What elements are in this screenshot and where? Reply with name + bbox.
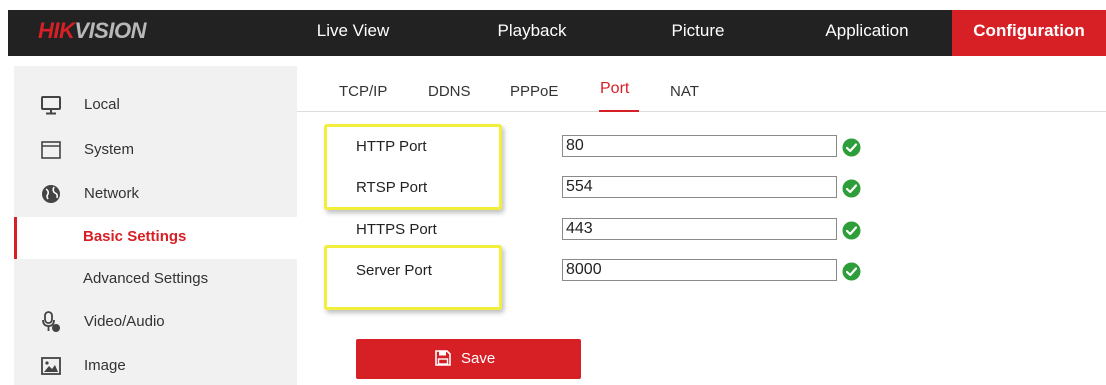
sidebar-item-local[interactable]: Local	[14, 85, 297, 125]
tab-pppoe[interactable]: PPPoE	[510, 83, 558, 100]
sidebar-item-image[interactable]: Image	[14, 346, 297, 385]
hikvision-logo: HIKVISION	[38, 18, 146, 44]
sidebar-item-network[interactable]: Network	[14, 174, 297, 214]
nav-application[interactable]: Application	[808, 10, 926, 56]
sidebar-item-label: System	[84, 141, 135, 158]
save-button[interactable]: Save	[356, 339, 581, 379]
save-button-label: Save	[461, 350, 496, 367]
sidebar-item-label: Local	[84, 96, 120, 113]
nav-live-view[interactable]: Live View	[308, 10, 398, 56]
sidebar-item-label: Advanced Settings	[83, 270, 209, 287]
sidebar-item-label: Video/Audio	[84, 313, 165, 330]
https-port-label: HTTPS Port	[356, 221, 437, 238]
sidebar-item-system[interactable]: System	[14, 130, 297, 170]
logo-part-hik: HIK	[38, 18, 75, 43]
image-icon	[41, 357, 61, 375]
logo-part-vision: VISION	[74, 18, 146, 43]
sidebar-item-video-audio[interactable]: Video/Audio	[14, 302, 297, 342]
highlight-box-http-rtsp	[324, 124, 502, 210]
top-nav-bar: HIKVISION Live View Playback Picture App…	[8, 10, 1106, 56]
window-icon	[41, 141, 61, 159]
tab-tcpip[interactable]: TCP/IP	[339, 83, 387, 100]
tab-ddns[interactable]: DDNS	[428, 83, 471, 100]
tab-port[interactable]: Port	[600, 80, 629, 98]
https-port-field[interactable]	[562, 218, 837, 240]
http-port-label: HTTP Port	[356, 138, 427, 155]
active-tab-underline	[599, 110, 639, 112]
server-port-field[interactable]	[562, 259, 837, 281]
sidebar-item-label: Image	[84, 357, 126, 374]
network-tabs: TCP/IP DDNS PPPoE Port NAT	[297, 66, 1106, 112]
sidebar-item-basic-settings[interactable]: Basic Settings	[14, 217, 297, 259]
http-port-field[interactable]	[562, 135, 837, 157]
floppy-disk-icon	[435, 350, 451, 366]
tab-nat[interactable]: NAT	[670, 83, 699, 100]
globe-icon	[42, 185, 60, 203]
nav-playback[interactable]: Playback	[482, 10, 582, 56]
check-circle-icon	[842, 138, 861, 157]
server-port-label: Server Port	[356, 262, 432, 279]
check-circle-icon	[842, 221, 861, 240]
nav-configuration[interactable]: Configuration	[952, 10, 1106, 56]
check-circle-icon	[842, 262, 861, 281]
page-root: HIKVISION Live View Playback Picture App…	[0, 0, 1106, 385]
mic-camera-icon	[42, 311, 60, 332]
rtsp-port-label: RTSP Port	[356, 179, 428, 196]
nav-picture[interactable]: Picture	[658, 10, 738, 56]
monitor-icon	[41, 96, 61, 115]
sidebar-item-label: Basic Settings	[83, 228, 187, 245]
sidebar-item-advanced-settings[interactable]: Advanced Settings	[14, 259, 297, 299]
sidebar-item-label: Network	[84, 185, 140, 202]
check-circle-icon	[842, 179, 861, 198]
sidebar: Local System Network Basic Settings Adva…	[14, 66, 297, 385]
rtsp-port-field[interactable]	[562, 176, 837, 198]
